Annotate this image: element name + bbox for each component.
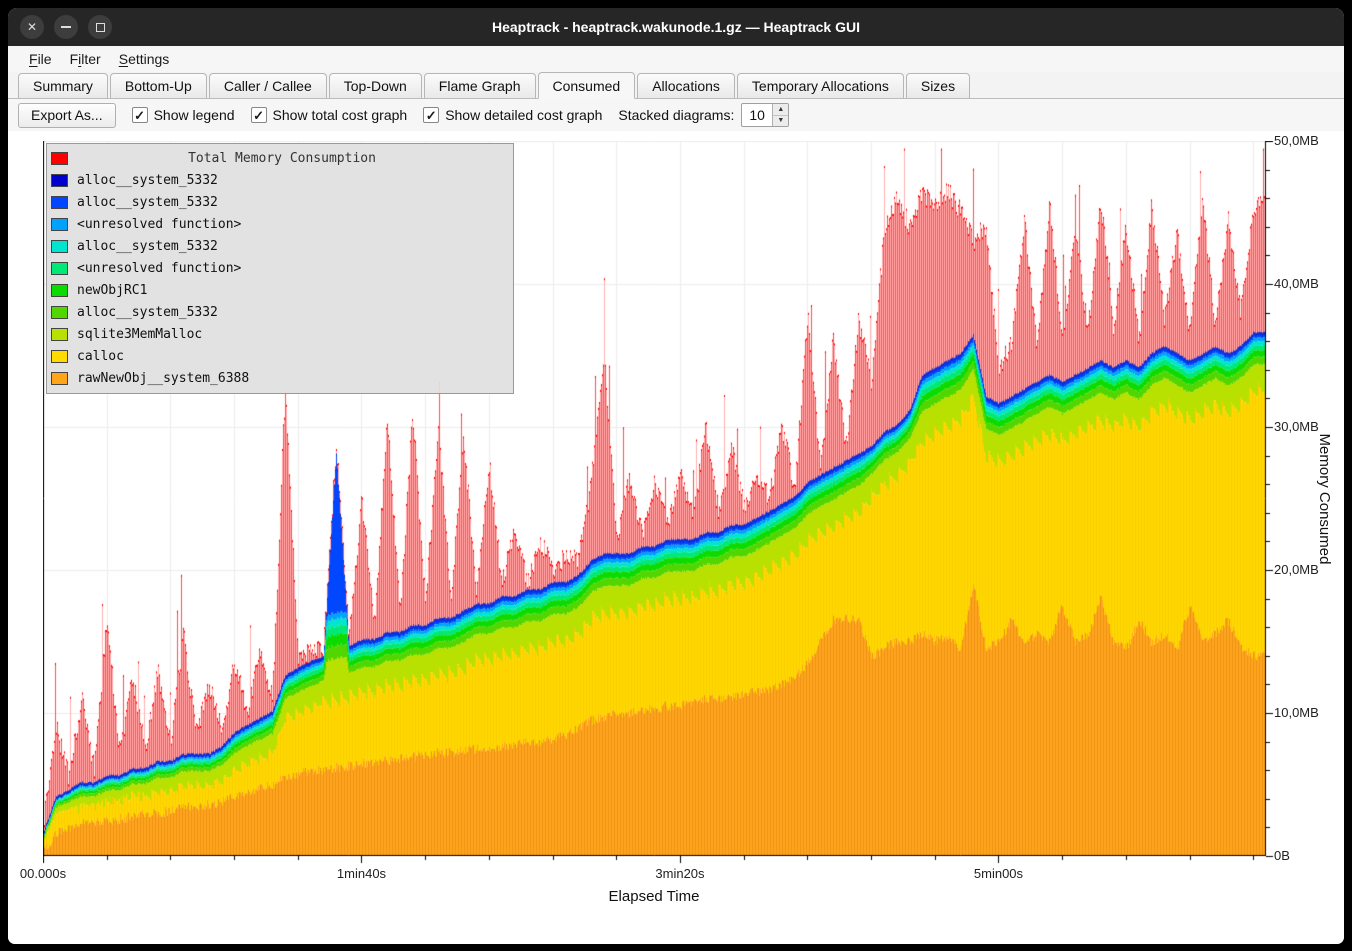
y-tick-label: 10,0MB: [1274, 705, 1319, 720]
legend-swatch: [51, 240, 68, 253]
chart-area: Total Memory Consumption alloc__system_53…: [8, 131, 1344, 944]
y-tick-label: 30,0MB: [1274, 419, 1319, 434]
x-axis-title: Elapsed Time: [609, 888, 700, 905]
spin-up-button[interactable]: ▲: [773, 104, 788, 116]
legend-swatch-total: [51, 152, 68, 165]
legend-item: alloc__system_5332: [47, 301, 513, 323]
stacked-diagrams-spinbox[interactable]: 10 ▲ ▼: [741, 103, 789, 127]
legend-item-label: alloc__system_5332: [77, 305, 218, 320]
checkbox-box[interactable]: ✓: [132, 107, 148, 123]
tab-consumed[interactable]: Consumed: [538, 72, 636, 99]
legend-swatch: [51, 174, 68, 187]
legend-swatch: [51, 328, 68, 341]
legend-item-label: <unresolved function>: [77, 217, 241, 232]
spinbox-buttons: ▲ ▼: [772, 104, 788, 126]
legend-title: Total Memory Consumption: [77, 151, 487, 166]
legend-item: <unresolved function>: [47, 257, 513, 279]
minimize-button[interactable]: [54, 15, 78, 39]
menu-file[interactable]: File: [20, 48, 61, 70]
checkbox-label: Show total cost graph: [273, 107, 408, 123]
tab-bottom-up[interactable]: Bottom-Up: [110, 73, 207, 99]
checkbox-show-detailed-cost-graph[interactable]: ✓ Show detailed cost graph: [423, 107, 602, 123]
legend-item: alloc__system_5332: [47, 191, 513, 213]
legend-title-row: Total Memory Consumption: [47, 147, 513, 169]
y-axis-title: Memory Consumed: [1316, 434, 1333, 565]
window-frame: ✕ Heaptrack - heaptrack.wakunode.1.gz — …: [0, 0, 1352, 951]
y-tick-label: 20,0MB: [1274, 562, 1319, 577]
legend-item: alloc__system_5332: [47, 169, 513, 191]
tab-allocations[interactable]: Allocations: [637, 73, 735, 99]
menu-settings[interactable]: Settings: [110, 48, 179, 70]
checkbox-label: Show detailed cost graph: [445, 107, 602, 123]
minimize-icon: [61, 26, 71, 28]
legend-item: calloc: [47, 345, 513, 367]
legend-item: sqlite3MemMalloc: [47, 323, 513, 345]
legend-item-label: alloc__system_5332: [77, 239, 218, 254]
legend-item-label: alloc__system_5332: [77, 195, 218, 210]
maximize-icon: [96, 23, 105, 32]
export-as-button[interactable]: Export As...: [18, 103, 116, 128]
tab-caller-callee[interactable]: Caller / Callee: [209, 73, 327, 99]
tab-flame-graph[interactable]: Flame Graph: [424, 73, 536, 99]
close-button[interactable]: ✕: [20, 15, 44, 39]
spinbox-value: 10: [742, 104, 772, 126]
legend-item-label: rawNewObj__system_6388: [77, 371, 249, 386]
tab-temporary-allocations[interactable]: Temporary Allocations: [737, 73, 904, 99]
legend-swatch: [51, 218, 68, 231]
legend-item-label: sqlite3MemMalloc: [77, 327, 202, 342]
legend-item: alloc__system_5332: [47, 235, 513, 257]
tab-top-down[interactable]: Top-Down: [329, 73, 422, 99]
heaptrack-window: ✕ Heaptrack - heaptrack.wakunode.1.gz — …: [8, 8, 1344, 944]
legend-swatch: [51, 350, 68, 363]
tab-sizes[interactable]: Sizes: [906, 73, 970, 99]
tab-bar: SummaryBottom-UpCaller / CalleeTop-DownF…: [8, 72, 1344, 99]
window-controls: ✕: [8, 15, 112, 39]
y-tick-label: 40,0MB: [1274, 276, 1319, 291]
stacked-diagrams-group: Stacked diagrams: 10 ▲ ▼: [618, 103, 789, 127]
legend-swatch: [51, 284, 68, 297]
toolbar: Export As... ✓ Show legend ✓ Show total cos…: [8, 99, 1344, 131]
legend-swatch: [51, 196, 68, 209]
legend-swatch: [51, 262, 68, 275]
stacked-diagrams-label: Stacked diagrams:: [618, 107, 734, 123]
checkbox-box[interactable]: ✓: [423, 107, 439, 123]
legend-item-label: <unresolved function>: [77, 261, 241, 276]
y-tick-label: 50,0MB: [1274, 133, 1319, 148]
legend-item: <unresolved function>: [47, 213, 513, 235]
toolbar-checkboxes: ✓ Show legend ✓ Show total cost graph ✓ Show …: [132, 107, 603, 123]
checkbox-box[interactable]: ✓: [251, 107, 267, 123]
menu-bar: FileFilterSettings: [8, 46, 1344, 72]
x-tick-label: 1min40s: [337, 866, 386, 881]
checkbox-show-total-cost-graph[interactable]: ✓ Show total cost graph: [251, 107, 408, 123]
x-tick-label: 3min20s: [655, 866, 704, 881]
window-title: Heaptrack - heaptrack.wakunode.1.gz — He…: [8, 19, 1344, 35]
tab-summary[interactable]: Summary: [18, 73, 108, 99]
legend-swatch: [51, 306, 68, 319]
close-icon: ✕: [27, 21, 37, 33]
legend-swatch: [51, 372, 68, 385]
checkbox-show-legend[interactable]: ✓ Show legend: [132, 107, 235, 123]
legend-item: rawNewObj__system_6388: [47, 367, 513, 389]
maximize-button[interactable]: [88, 15, 112, 39]
x-tick-label: 5min00s: [974, 866, 1023, 881]
y-tick-label: 0B: [1274, 848, 1290, 863]
chart-legend: Total Memory Consumption alloc__system_53…: [46, 143, 514, 394]
legend-item-label: alloc__system_5332: [77, 173, 218, 188]
legend-item-label: calloc: [77, 349, 124, 364]
menu-filter[interactable]: Filter: [61, 48, 110, 70]
spin-down-button[interactable]: ▼: [773, 116, 788, 127]
x-tick-label: 00.000s: [20, 866, 66, 881]
legend-item: newObjRC1: [47, 279, 513, 301]
titlebar[interactable]: ✕ Heaptrack - heaptrack.wakunode.1.gz — …: [8, 8, 1344, 46]
checkbox-label: Show legend: [154, 107, 235, 123]
legend-item-label: newObjRC1: [77, 283, 147, 298]
